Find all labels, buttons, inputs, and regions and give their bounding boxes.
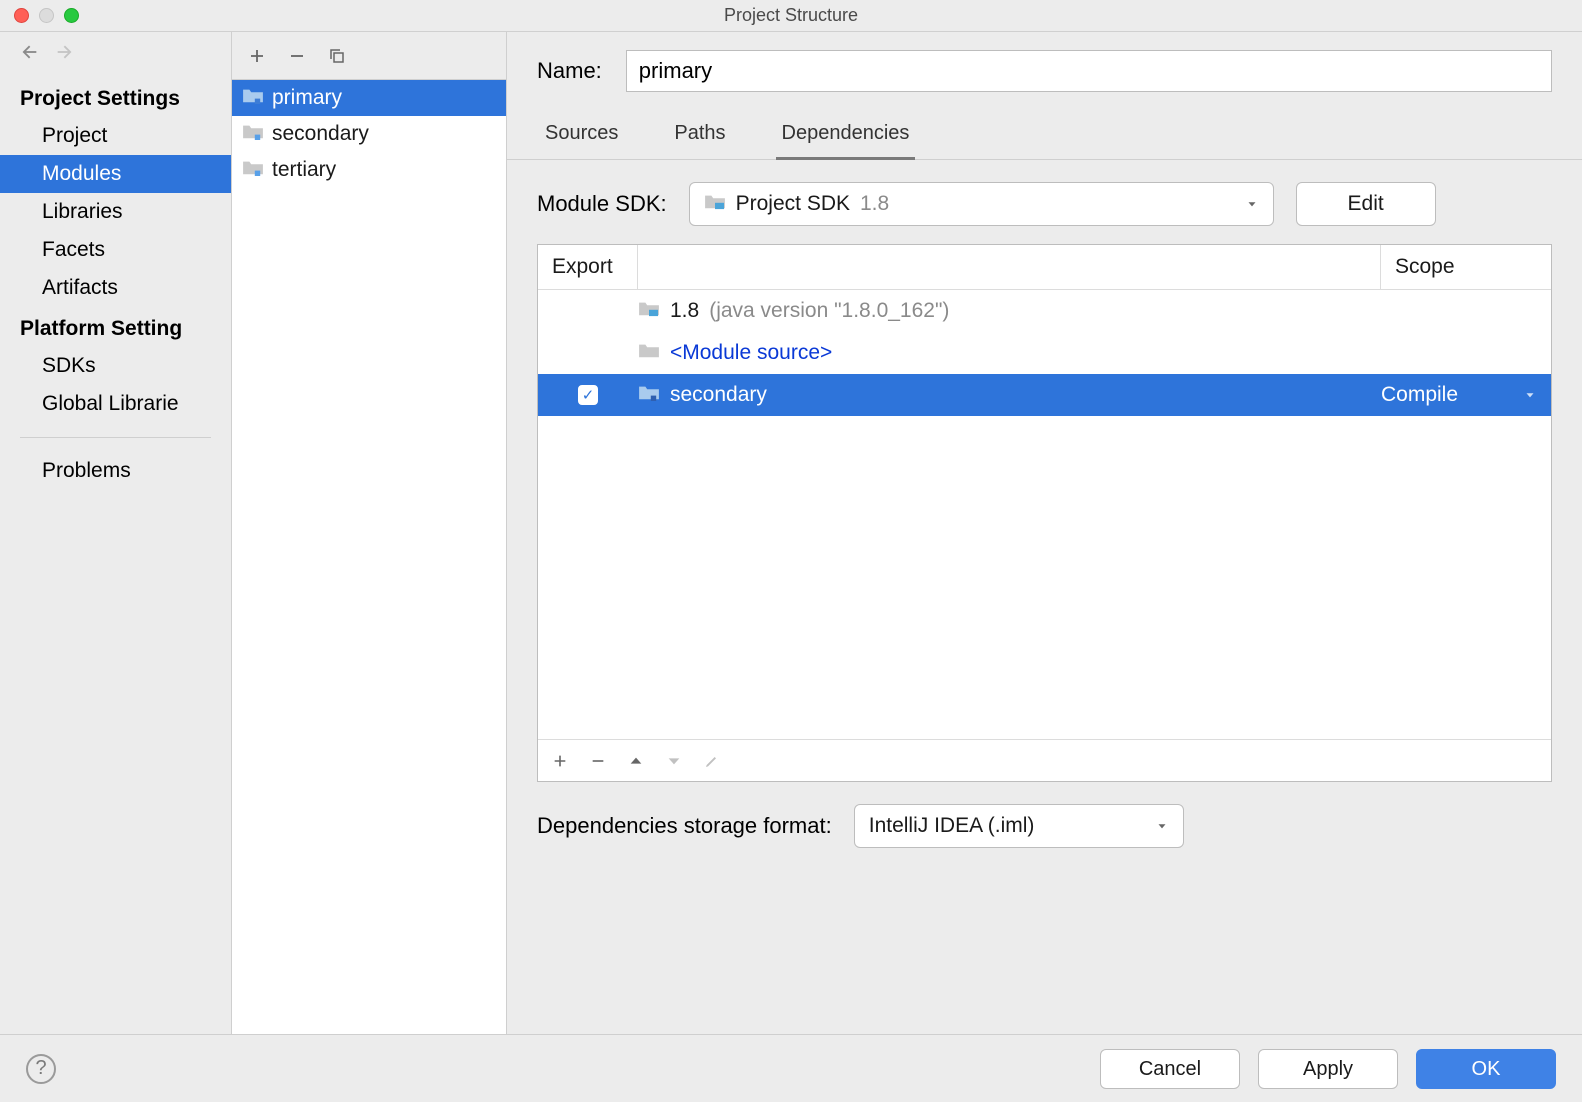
apply-button[interactable]: Apply [1258,1049,1398,1089]
modules-toolbar [232,32,506,80]
back-icon[interactable] [18,42,38,67]
sidebar-item-modules[interactable]: Modules [0,155,231,193]
storage-row: Dependencies storage format: IntelliJ ID… [507,782,1582,870]
name-label: Name: [537,58,602,84]
dep-row-secondary[interactable]: ✓ secondary Compile [538,374,1551,416]
titlebar: Project Structure [0,0,1582,32]
sidebar-item-global-libraries[interactable]: Global Librarie [0,385,231,423]
remove-module-icon[interactable] [288,47,306,65]
ok-button[interactable]: OK [1416,1049,1556,1089]
sidebar-heading-project-settings: Project Settings [0,77,231,117]
forward-icon[interactable] [56,42,76,67]
module-item-label: secondary [272,122,369,146]
dropdown-icon [1155,819,1169,833]
deps-header: Export Scope [538,245,1551,290]
module-folder-icon [242,86,264,110]
dep-row-sdk[interactable]: 1.8 (java version "1.8.0_162") [538,290,1551,332]
dropdown-icon[interactable] [1523,388,1537,402]
module-item-tertiary[interactable]: tertiary [232,152,506,188]
dep-row-module-source[interactable]: <Module source> [538,332,1551,374]
name-input[interactable] [626,50,1552,92]
module-item-label: primary [272,86,342,110]
dropdown-icon [1245,197,1259,211]
footer: ? Cancel Apply OK [0,1034,1582,1102]
storage-value: IntelliJ IDEA (.iml) [869,814,1035,838]
move-up-icon[interactable] [628,753,644,769]
help-icon[interactable]: ? [26,1054,56,1084]
folder-icon [638,341,660,365]
sidebar-item-project[interactable]: Project [0,117,231,155]
add-dependency-icon[interactable] [552,753,568,769]
edit-sdk-button[interactable]: Edit [1296,182,1436,226]
body: Project Settings Project Modules Librari… [0,32,1582,1034]
remove-dependency-icon[interactable] [590,753,606,769]
sidebar-item-libraries[interactable]: Libraries [0,193,231,231]
module-item-secondary[interactable]: secondary [232,116,506,152]
sdk-version: 1.8 [860,192,889,216]
module-folder-icon [242,158,264,182]
module-sdk-value: Project SDK 1.8 [704,192,890,216]
module-item-label: tertiary [272,158,336,182]
tab-sources[interactable]: Sources [539,114,624,159]
export-checkbox[interactable]: ✓ [578,385,598,405]
sidebar-item-facets[interactable]: Facets [0,231,231,269]
edit-dependency-icon[interactable] [704,753,720,769]
dep-detail: (java version "1.8.0_162") [709,299,949,323]
module-folder-icon [638,383,660,407]
detail-panel: Name: Sources Paths Dependencies Module … [507,32,1582,1034]
sidebar-nav [0,42,231,77]
modules-panel: primary secondary tertiary [232,32,507,1034]
window-title: Project Structure [0,5,1582,26]
storage-format-select[interactable]: IntelliJ IDEA (.iml) [854,804,1184,848]
move-down-icon[interactable] [666,753,682,769]
module-sdk-select[interactable]: Project SDK 1.8 [689,182,1274,226]
dep-scope: Compile [1381,383,1458,407]
sdk-name: Project SDK [736,192,850,216]
cancel-button[interactable]: Cancel [1100,1049,1240,1089]
dep-name: <Module source> [670,341,832,365]
window: Project Structure Project Settings Proje… [0,0,1582,1102]
storage-label: Dependencies storage format: [537,813,832,839]
sdk-icon [704,192,726,216]
tab-paths[interactable]: Paths [668,114,731,159]
sidebar-item-problems[interactable]: Problems [0,452,231,490]
module-sdk-label: Module SDK: [537,191,667,217]
deps-tools [538,739,1551,781]
sidebar-divider [20,437,211,438]
sidebar-heading-platform-settings: Platform Setting [0,307,231,347]
deps-body: 1.8 (java version "1.8.0_162") <Module s… [538,290,1551,739]
column-name [638,245,1381,289]
module-item-primary[interactable]: primary [232,80,506,116]
sidebar-item-sdks[interactable]: SDKs [0,347,231,385]
module-folder-icon [242,122,264,146]
name-row: Name: [507,32,1582,114]
copy-module-icon[interactable] [328,47,346,65]
dep-name: secondary [670,383,767,407]
sidebar-item-artifacts[interactable]: Artifacts [0,269,231,307]
tab-dependencies[interactable]: Dependencies [776,114,916,160]
sdk-row: Module SDK: Project SDK 1.8 Edit [507,160,1582,244]
add-module-icon[interactable] [248,47,266,65]
column-scope[interactable]: Scope [1381,245,1551,289]
sidebar: Project Settings Project Modules Librari… [0,32,232,1034]
dependencies-table: Export Scope 1.8 (java version "1.8.0_16… [537,244,1552,782]
dep-name: 1.8 [670,299,699,323]
column-export[interactable]: Export [538,245,638,289]
tabs: Sources Paths Dependencies [507,114,1582,160]
sdk-icon [638,299,660,323]
